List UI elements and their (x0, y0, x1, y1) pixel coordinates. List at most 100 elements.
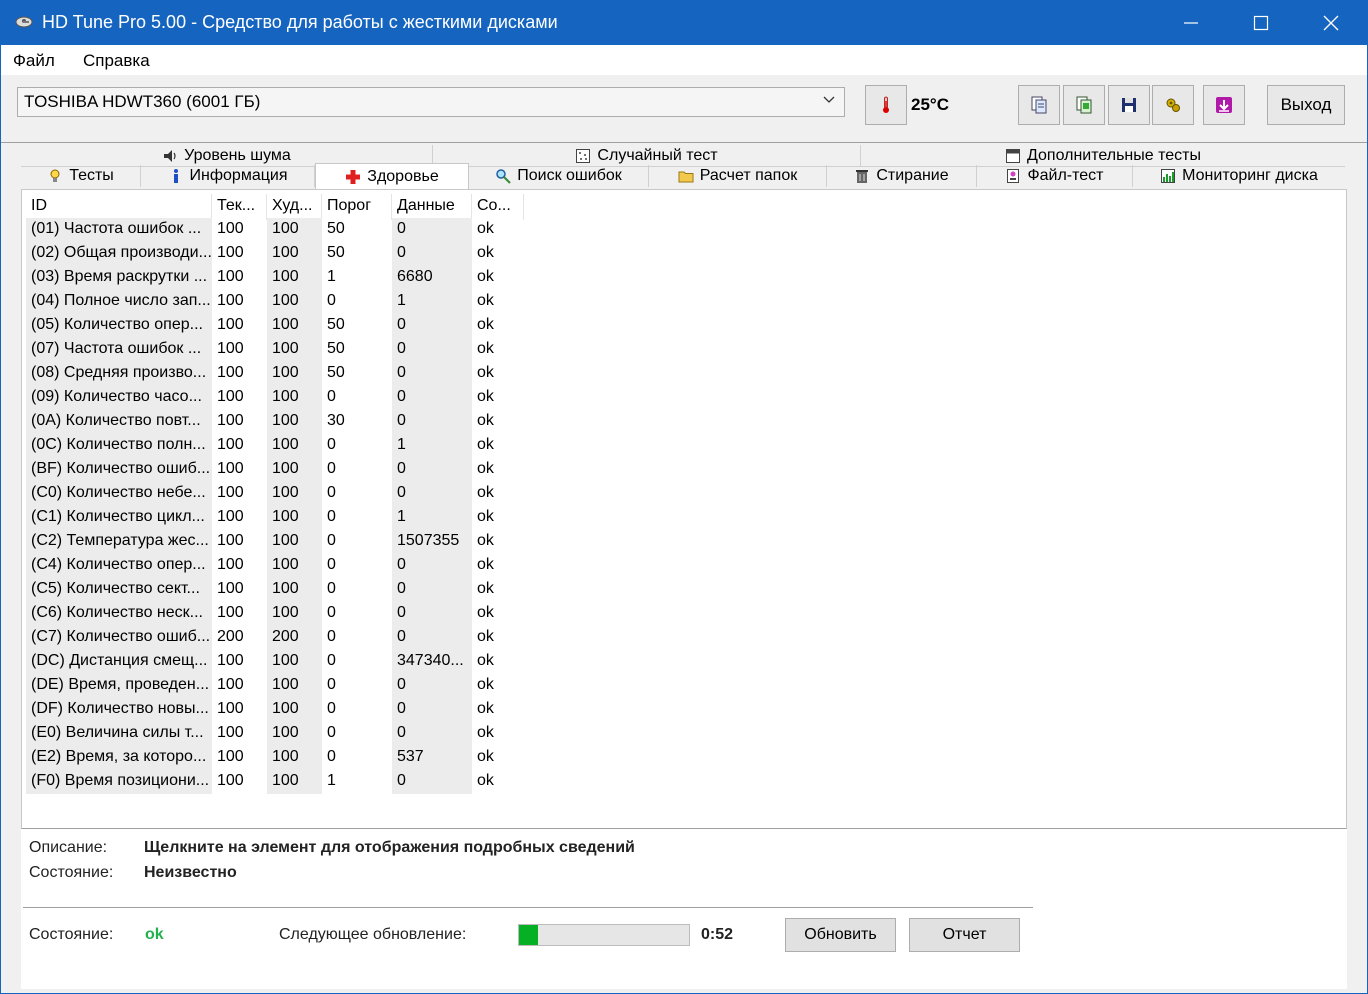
tab-info-label: Информация (189, 167, 288, 184)
cell-worst: 200 (267, 626, 322, 650)
cell-worst: 100 (267, 674, 322, 698)
tab-error-scan[interactable]: Поиск ошибок (469, 165, 649, 187)
cell-worst: 100 (267, 410, 322, 434)
cell-id: (C7) Количество ошиб... (26, 626, 212, 650)
menu-file[interactable]: Файл (13, 51, 55, 71)
health-status-value: ok (145, 926, 164, 943)
cell-current: 100 (217, 676, 244, 693)
column-header-worst[interactable]: Худ... (267, 194, 322, 220)
save-button[interactable] (1108, 85, 1150, 125)
tab-health[interactable]: Здоровье (315, 163, 469, 189)
bulb-icon (50, 169, 60, 182)
cell-threshold: 50 (327, 244, 345, 261)
cell-id: (05) Количество опер... (26, 314, 212, 338)
detail-state-value: Неизвестно (144, 864, 237, 881)
cell-current: 100 (217, 652, 244, 669)
menu-bar: Файл Справка (1, 45, 1367, 75)
maximize-button[interactable] (1226, 0, 1296, 45)
tab-disk-monitor[interactable]: Мониторинг диска (1133, 165, 1345, 187)
info-icon (173, 169, 178, 183)
cell-id: (04) Полное число зап... (26, 290, 212, 314)
tab-health-label: Здоровье (367, 167, 439, 185)
cell-worst: 100 (267, 362, 322, 386)
tab-random-test[interactable]: Случайный тест (433, 145, 861, 167)
cell-current: 100 (217, 244, 244, 261)
cell-id: (C5) Количество сект... (26, 578, 212, 602)
cell-threshold: 50 (327, 340, 345, 357)
cell-worst: 100 (267, 290, 322, 314)
report-button[interactable]: Отчет (909, 918, 1020, 952)
column-header-current[interactable]: Тек... (212, 194, 267, 220)
cell-status: ok (477, 316, 494, 333)
column-header-id[interactable]: ID (26, 194, 212, 220)
cell-threshold: 1 (327, 268, 336, 285)
cell-current: 100 (217, 412, 244, 429)
cell-status: ok (477, 748, 494, 765)
red-cross-icon (346, 169, 361, 184)
extra-tests-icon (1006, 149, 1020, 163)
temperature-button[interactable] (865, 85, 907, 125)
cell-threshold: 50 (327, 316, 345, 333)
cell-id: (0A) Количество повт... (26, 410, 212, 434)
cell-current: 100 (217, 724, 244, 741)
drive-select-value: TOSHIBA HDWT360 (6001 ГБ) (24, 92, 261, 111)
minimize-button[interactable] (1156, 0, 1226, 45)
cell-worst: 100 (267, 650, 322, 674)
cell-id: (07) Частота ошибок ... (26, 338, 212, 362)
cell-data: 0 (392, 242, 472, 266)
cell-worst: 100 (267, 770, 322, 794)
tab-file-test[interactable]: Файл-тест (977, 165, 1133, 187)
cell-threshold: 0 (327, 532, 336, 549)
cell-worst: 100 (267, 602, 322, 626)
cell-data: 0 (392, 218, 472, 242)
cell-status: ok (477, 508, 494, 525)
cell-id: (E0) Величина силы т... (26, 722, 212, 746)
toolbar: TOSHIBA HDWT360 (6001 ГБ) 25°C Выход (1, 75, 1367, 143)
cell-current: 100 (217, 604, 244, 621)
drive-select[interactable]: TOSHIBA HDWT360 (6001 ГБ) (17, 87, 845, 117)
copy-screenshot-button[interactable] (1063, 85, 1105, 125)
cell-worst: 100 (267, 722, 322, 746)
health-status-label: Состояние: (29, 926, 114, 943)
cell-threshold: 0 (327, 484, 336, 501)
column-header-threshold[interactable]: Порог (322, 194, 392, 220)
cell-threshold: 0 (327, 724, 336, 741)
cell-threshold: 0 (327, 676, 336, 693)
cell-id: (C4) Количество опер... (26, 554, 212, 578)
divider (23, 907, 1033, 908)
cell-id: (C0) Количество небе... (26, 482, 212, 506)
copy-text-button[interactable] (1018, 85, 1060, 125)
download-button[interactable] (1203, 85, 1245, 125)
random-test-icon (576, 149, 591, 163)
cell-threshold: 0 (327, 460, 336, 477)
tab-tests[interactable]: Тесты (21, 165, 141, 187)
cell-current: 200 (217, 628, 244, 645)
cell-threshold: 30 (327, 412, 345, 429)
menu-help[interactable]: Справка (83, 51, 150, 71)
close-button[interactable] (1296, 0, 1366, 45)
cell-data: 6680 (392, 266, 472, 290)
cell-threshold: 0 (327, 388, 336, 405)
cell-status: ok (477, 676, 494, 693)
column-header-status[interactable]: Со... (472, 194, 524, 220)
cell-current: 100 (217, 220, 244, 237)
exit-button[interactable]: Выход (1267, 85, 1345, 125)
tab-erase[interactable]: Стирание (827, 165, 977, 187)
tab-folder-usage[interactable]: Расчет папок (649, 165, 827, 187)
cell-current: 100 (217, 388, 244, 405)
tab-extra-tests[interactable]: Дополнительные тесты (861, 145, 1345, 167)
description-label: Описание: (29, 839, 108, 856)
cell-current: 100 (217, 460, 244, 477)
cell-data: 0 (392, 554, 472, 578)
magnifier-icon (496, 169, 512, 184)
refresh-button[interactable]: Обновить (785, 918, 896, 952)
column-header-data[interactable]: Данные (392, 194, 472, 220)
cell-current: 100 (217, 364, 244, 381)
cell-id: (03) Время раскрутки ... (26, 266, 212, 290)
cell-threshold: 0 (327, 436, 336, 453)
tab-info[interactable]: Информация (141, 165, 315, 187)
options-button[interactable] (1152, 85, 1194, 125)
detail-state-label: Состояние: (29, 864, 114, 881)
cell-id: (DC) Дистанция смещ... (26, 650, 212, 674)
cell-data: 1507355 (392, 530, 472, 554)
